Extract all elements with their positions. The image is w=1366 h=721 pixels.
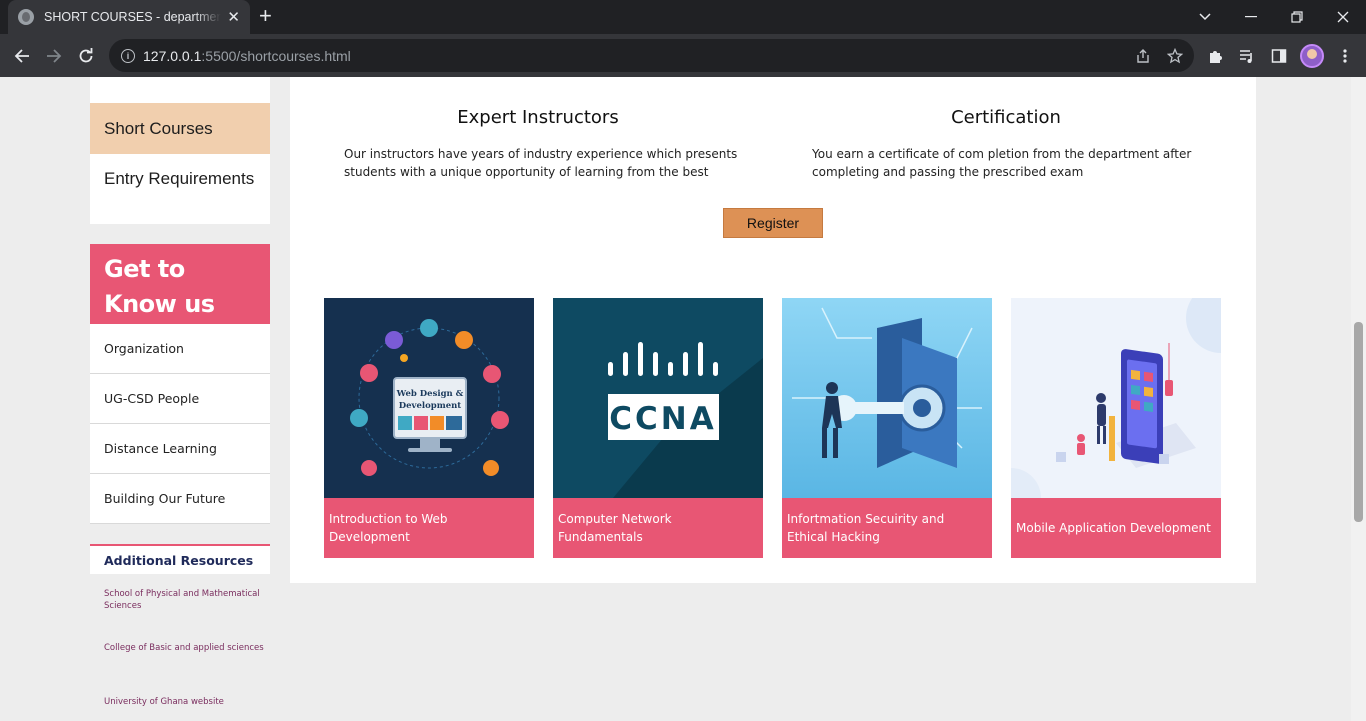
extensions-puzzle-icon[interactable] [1203, 43, 1229, 69]
mobile-app-illustration [1011, 298, 1221, 498]
get-to-know-heading: Get to Know us [90, 244, 270, 324]
resource-link-ug-website[interactable]: University of Ghana website [104, 696, 264, 708]
restore-icon[interactable] [1274, 0, 1320, 34]
back-icon[interactable] [9, 43, 35, 69]
ccna-logo: CCNA [553, 298, 763, 498]
main-content: Expert Instructors Our instructors have … [290, 77, 1256, 583]
tab-title: SHORT COURSES - department of [44, 10, 222, 24]
side-panel-icon[interactable] [1266, 43, 1292, 69]
course-card-web[interactable]: Web Design & Development Introduction to… [324, 298, 534, 558]
course-title-networks: Computer Network Fundamentals [553, 498, 763, 558]
close-tab-icon[interactable]: ✕ [227, 8, 240, 26]
course-card-networks[interactable]: CCNA Computer Network Fundamentals [553, 298, 763, 558]
tab-search-icon[interactable] [1182, 0, 1228, 34]
course-title-security: Infortmation Secuirity and Ethical Hacki… [782, 498, 992, 558]
scrollbar-thumb[interactable] [1354, 322, 1363, 522]
url-host: 127.0.0.1 [143, 47, 202, 64]
link-organization[interactable]: Organization [90, 324, 270, 374]
reload-icon[interactable] [73, 43, 99, 69]
svg-text:Web Design &: Web Design & [396, 389, 464, 399]
page-viewport: Short Courses Entry Requirements Get to … [0, 77, 1366, 721]
share-icon[interactable] [1135, 39, 1151, 72]
web-design-illustration: Web Design & Development [324, 298, 534, 498]
new-tab-button[interactable]: + [259, 5, 272, 27]
side-menu: Short Courses Entry Requirements [90, 77, 270, 224]
feature-text-instructors: Our instructors have years of industry e… [344, 147, 738, 179]
resource-link-cbas[interactable]: College of Basic and applied sciences [104, 642, 264, 654]
feature-text-certification: You earn a certificate of com pletion fr… [812, 147, 1192, 179]
page-scrollbar[interactable] [1351, 77, 1366, 721]
address-bar[interactable]: i 127.0.0.1:5500/shortcourses.html [109, 39, 1194, 72]
forward-icon[interactable] [41, 43, 67, 69]
get-to-know-list: Organization UG-CSD People Distance Lear… [90, 324, 270, 524]
site-info-icon[interactable]: i [121, 48, 135, 63]
more-menu-icon[interactable] [1332, 43, 1358, 69]
media-playlist-icon[interactable] [1234, 43, 1260, 69]
course-title-web: Introduction to Web Development [324, 498, 534, 558]
bookmark-star-icon[interactable] [1167, 39, 1183, 72]
browser-tab-bar: SHORT COURSES - department of ✕ + [0, 0, 1366, 34]
minimize-icon[interactable] [1228, 0, 1274, 34]
link-distance-learning[interactable]: Distance Learning [90, 424, 270, 474]
course-card-mobile[interactable]: Mobile Application Development [1011, 298, 1221, 558]
profile-avatar[interactable] [1300, 44, 1324, 68]
feature-title-instructors: Expert Instructors [457, 107, 619, 128]
svg-text:Development: Development [399, 401, 462, 411]
course-card-security[interactable]: Infortmation Secuirity and Ethical Hacki… [782, 298, 992, 558]
register-button[interactable]: Register [723, 208, 823, 238]
url-path: :5500/shortcourses.html [201, 47, 351, 64]
link-building-our-future[interactable]: Building Our Future [90, 474, 270, 524]
additional-resources-heading: Additional Resources [90, 544, 270, 574]
course-title-mobile: Mobile Application Development [1011, 498, 1221, 558]
browser-toolbar: i 127.0.0.1:5500/shortcourses.html [0, 34, 1366, 77]
browser-tab[interactable]: SHORT COURSES - department of ✕ [8, 0, 250, 34]
side-menu-entry-requirements[interactable]: Entry Requirements [90, 153, 270, 204]
close-window-icon[interactable] [1320, 0, 1366, 34]
security-key-illustration [782, 298, 992, 498]
svg-text:CCNA: CCNA [609, 401, 716, 437]
resource-link-spms[interactable]: School of Physical and Mathematical Scie… [104, 588, 264, 612]
side-menu-short-courses[interactable]: Short Courses [90, 103, 270, 154]
link-ug-csd-people[interactable]: UG-CSD People [90, 374, 270, 424]
globe-icon [18, 9, 34, 25]
feature-title-certification: Certification [951, 107, 1061, 128]
